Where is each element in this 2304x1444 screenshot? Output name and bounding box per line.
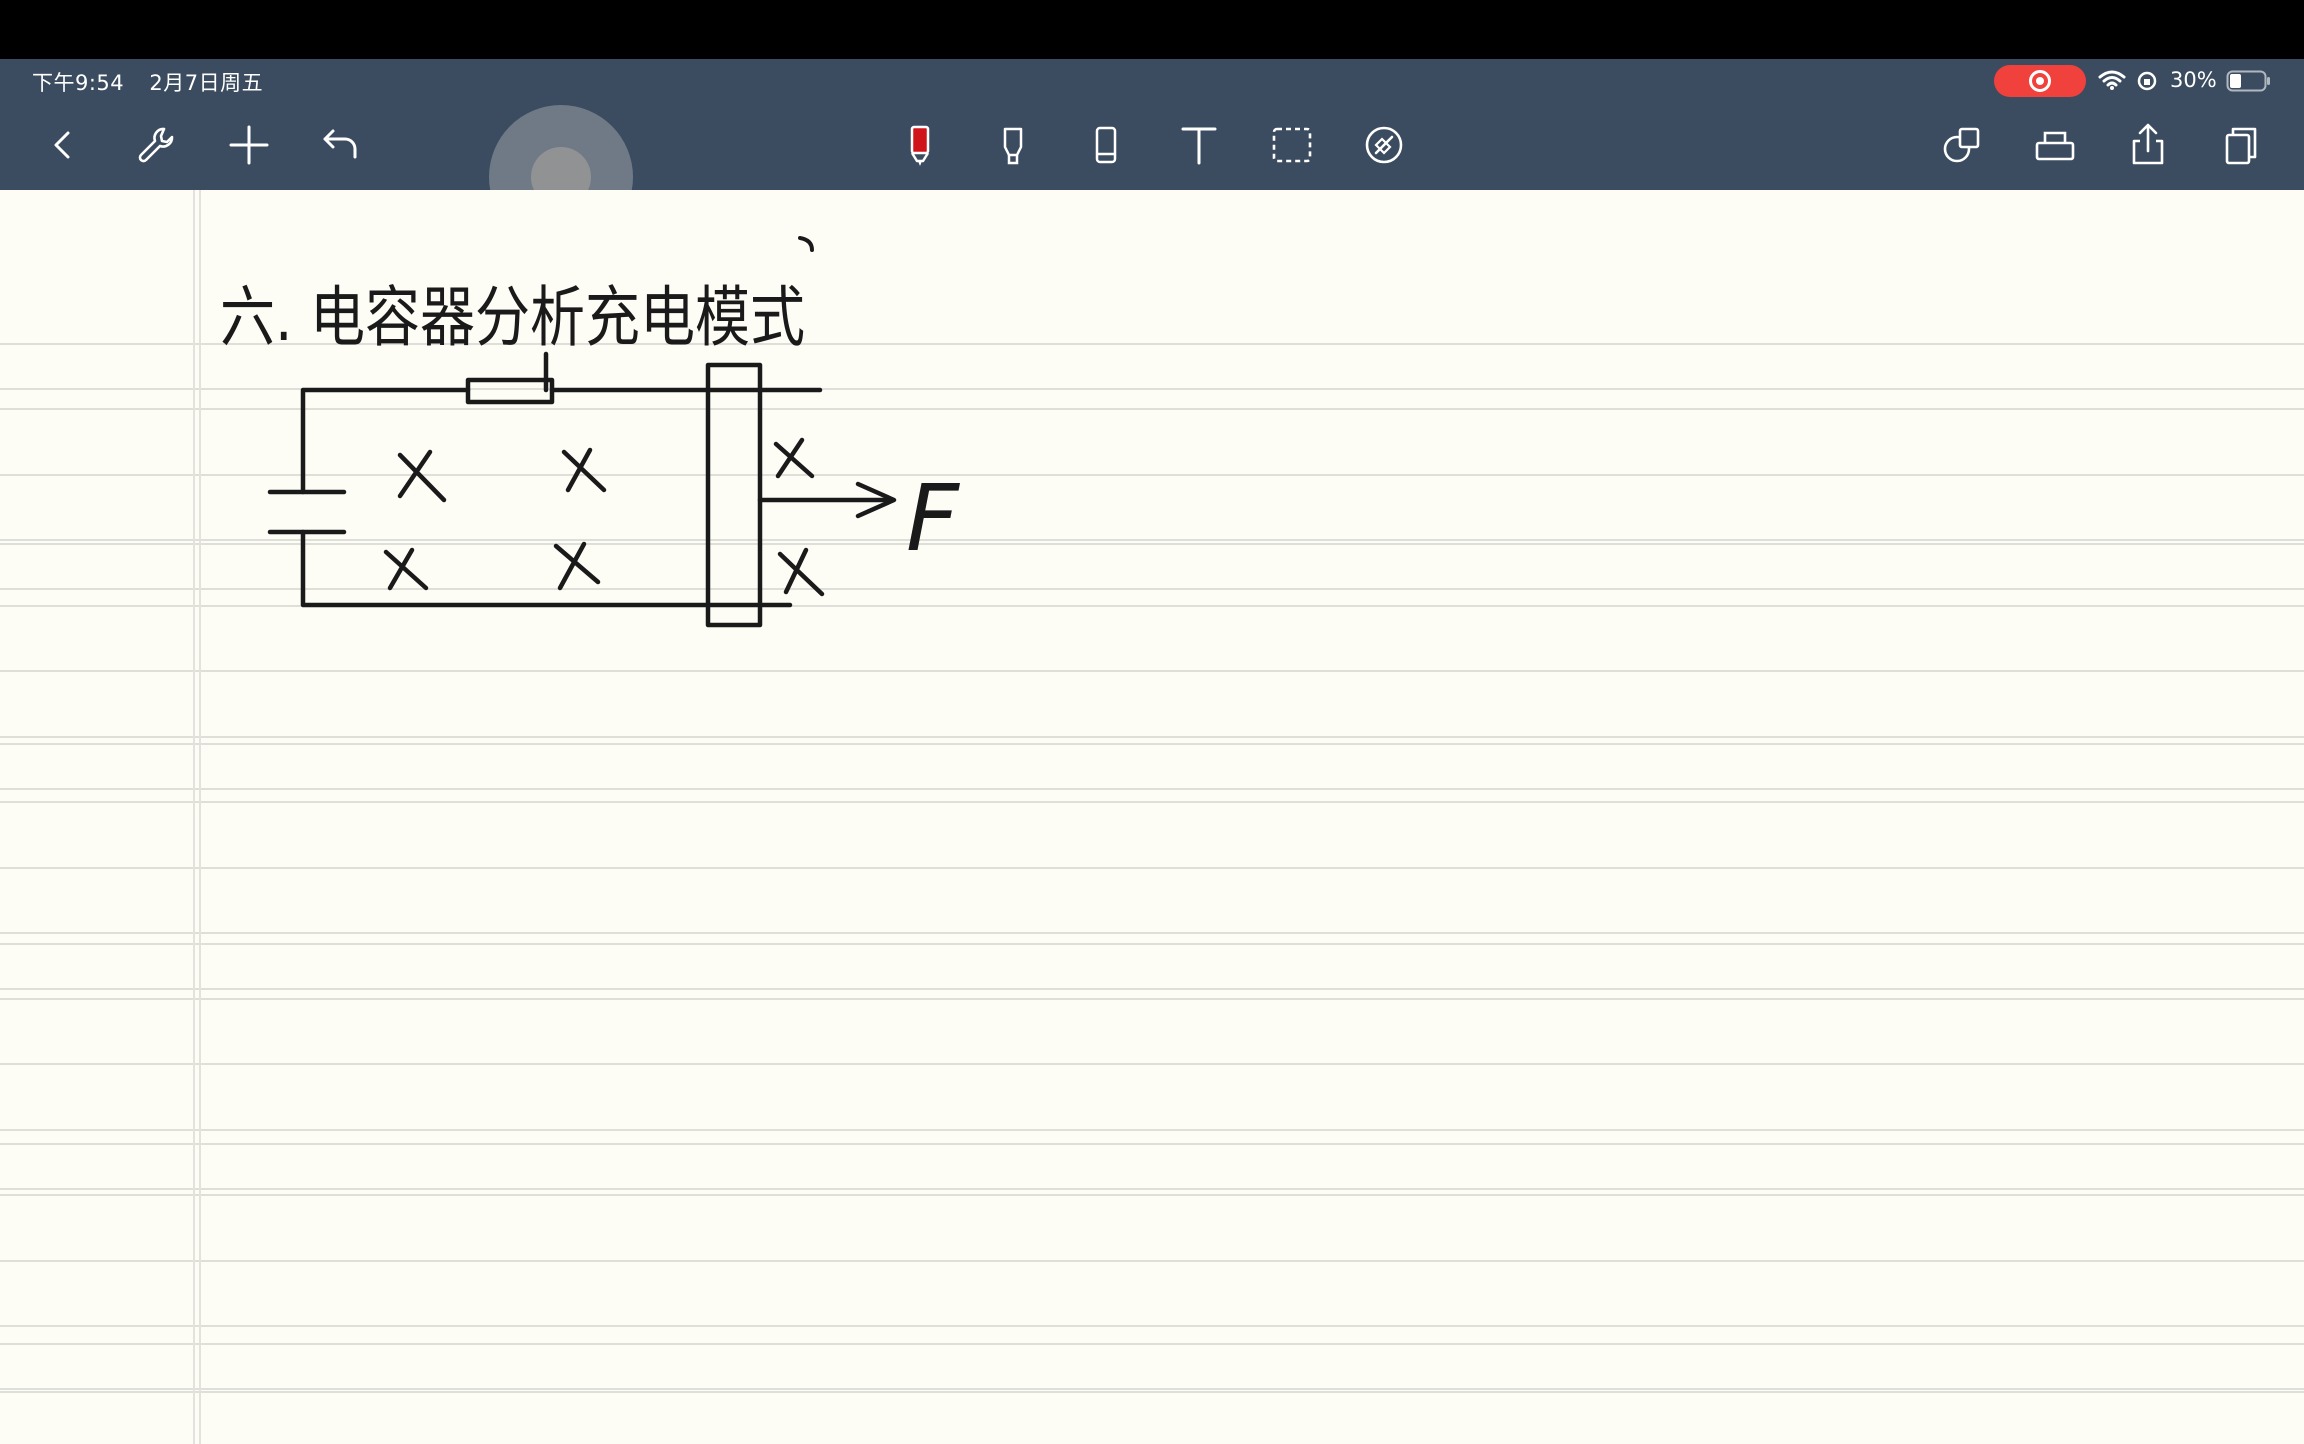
eraser-tool-button[interactable] (1076, 115, 1136, 175)
orientation-lock-icon (2137, 71, 2157, 91)
status-bar: 下午9:54 2月7日周五 30% (0, 59, 2304, 103)
battery-percent: 30% (2170, 68, 2217, 92)
record-icon (2029, 70, 2051, 92)
note-heading: 六. 电容器分析充电模式 (220, 279, 805, 356)
back-button[interactable] (33, 115, 93, 175)
highlighter-tool-button[interactable] (983, 115, 1043, 175)
highlighter-icon (1003, 127, 1023, 165)
settings-button[interactable] (126, 115, 186, 175)
pen-icon (910, 125, 930, 166)
share-icon (2132, 123, 2164, 165)
add-button[interactable] (219, 115, 279, 175)
shapes-icon (1943, 127, 1980, 163)
pen-tool-button[interactable] (890, 115, 950, 175)
undo-icon (323, 129, 357, 159)
handwriting-canvas: 六. 电容器分析充电模式 F (220, 236, 960, 628)
screen-recording-indicator[interactable] (1994, 65, 2086, 97)
shapes-button[interactable] (1932, 115, 1992, 175)
undo-button[interactable] (311, 115, 371, 175)
lasso-icon (1272, 127, 1312, 163)
status-time: 下午9:54 (32, 71, 125, 95)
force-label: F (906, 465, 960, 572)
circuit-diagram (267, 351, 897, 628)
plus-icon (229, 125, 269, 165)
text-icon (1181, 127, 1217, 165)
status-date: 2月7日周五 (149, 71, 264, 95)
wifi-icon (2098, 70, 2126, 90)
status-left: 下午9:54 2月7日周五 (32, 67, 281, 97)
wrench-icon (138, 127, 174, 163)
app-chrome: 下午9:54 2月7日周五 30% (0, 59, 2304, 249)
note-page[interactable]: 六. 电容器分析充电模式 F (0, 190, 2304, 1444)
tray-icon (2035, 131, 2075, 161)
laser-pointer-icon (1365, 126, 1403, 164)
battery-icon (2226, 70, 2270, 92)
lasso-tool-button[interactable] (1262, 115, 1322, 175)
elements-tray-button[interactable] (2025, 115, 2085, 175)
laser-pointer-tool-button[interactable] (1354, 115, 1414, 175)
text-tool-button[interactable] (1169, 115, 1229, 175)
back-icon (54, 131, 70, 159)
top-black-band (0, 0, 2304, 59)
pages-icon (2225, 127, 2257, 165)
toolbar (0, 103, 2304, 249)
share-button[interactable] (2118, 115, 2178, 175)
eraser-icon (1095, 126, 1117, 164)
pages-button[interactable] (2211, 115, 2271, 175)
